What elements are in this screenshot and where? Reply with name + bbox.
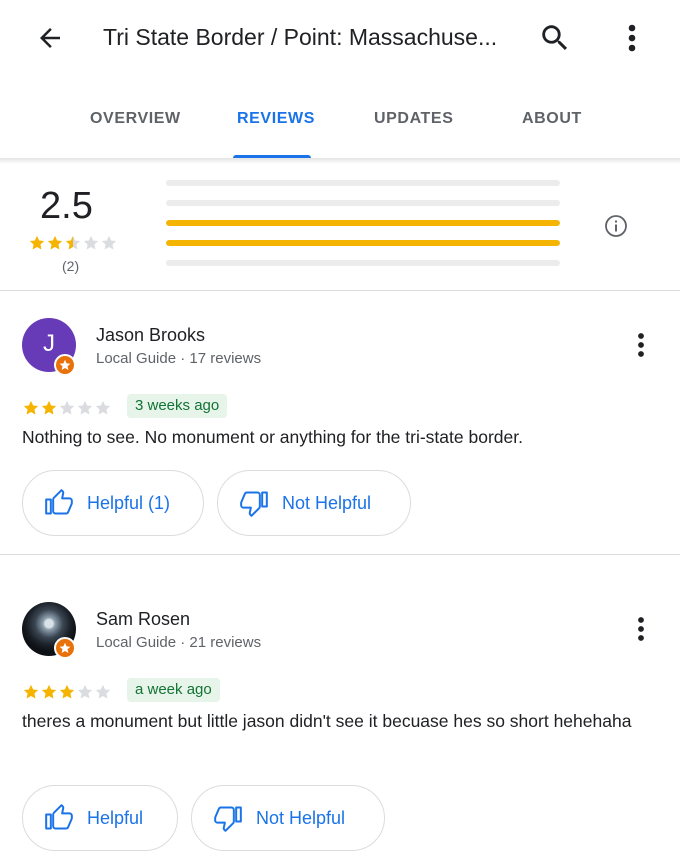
local-guide-badge-icon (54, 637, 76, 659)
rating-bar-2 (166, 240, 560, 246)
helpful-label: Helpful (87, 807, 144, 828)
review-stars (22, 683, 112, 701)
more-vert-icon (638, 617, 644, 641)
thumb-down-icon (214, 806, 242, 832)
reviewer-meta: Local Guide · 17 reviews (96, 350, 262, 367)
thumb-up-icon (45, 489, 73, 515)
review-more-button[interactable] (626, 609, 656, 649)
star-icon (95, 684, 111, 699)
average-rating: 2.5 (40, 185, 93, 227)
review-card: Sam Rosen Local Guide · 21 reviews a wee… (0, 555, 680, 856)
review-date: a week ago (127, 678, 220, 702)
not-helpful-label: Not Helpful (282, 492, 372, 513)
star-icon (41, 400, 57, 415)
star-icon (29, 235, 45, 250)
helpful-button[interactable]: Helpful (1) (22, 470, 204, 536)
top-app-bar: Tri State Border / Point: Massachuse... (0, 0, 680, 76)
more-options-button[interactable] (612, 16, 652, 60)
not-helpful-button[interactable]: Not Helpful (191, 785, 385, 851)
star-icon (95, 400, 111, 415)
local-guide-badge-icon (54, 354, 76, 376)
review-more-button[interactable] (626, 325, 656, 365)
reviewer-name[interactable]: Jason Brooks (96, 325, 205, 346)
rating-bar-3 (166, 220, 560, 226)
star-icon (47, 235, 63, 250)
tab-about[interactable]: ABOUT (522, 110, 582, 128)
thumb-down-icon (240, 491, 268, 517)
not-helpful-label: Not Helpful (256, 807, 346, 828)
info-icon (605, 215, 627, 237)
star-icon (101, 235, 117, 250)
back-button[interactable] (30, 18, 70, 58)
review-text: theres a monument but little jason didn'… (22, 711, 632, 731)
search-button[interactable] (533, 16, 577, 60)
average-stars (28, 234, 118, 252)
review-stars (22, 399, 112, 417)
tab-reviews[interactable]: REVIEWS (237, 110, 315, 128)
rating-bar-4 (166, 200, 560, 206)
page-title: Tri State Border / Point: Massachuse... (103, 24, 498, 50)
more-vert-icon (638, 333, 644, 357)
star-icon (59, 400, 75, 415)
helpful-label: Helpful (1) (87, 492, 171, 513)
star-icon (23, 684, 39, 699)
rating-summary: 2.5 (2) (0, 164, 680, 290)
star-icon (23, 400, 39, 415)
search-icon (542, 25, 568, 51)
thumb-up-icon (45, 804, 73, 830)
reviewer-name[interactable]: Sam Rosen (96, 609, 190, 630)
arrow-back-icon (40, 28, 60, 48)
reviewer-meta: Local Guide · 21 reviews (96, 634, 262, 651)
tab-overview[interactable]: OVERVIEW (90, 110, 181, 128)
star-icon (65, 235, 81, 250)
info-button[interactable] (604, 214, 628, 238)
review-text: Nothing to see. No monument or anything … (22, 427, 523, 447)
star-icon (83, 235, 99, 250)
rating-bar-1 (166, 260, 560, 266)
helpful-button[interactable]: Helpful (22, 785, 178, 851)
star-icon (77, 400, 93, 415)
star-icon (59, 684, 75, 699)
more-vert-icon (628, 24, 636, 52)
review-card: J Jason Brooks Local Guide · 17 reviews … (0, 290, 680, 554)
tab-bar: OVERVIEW REVIEWS UPDATES ABOUT (0, 96, 680, 158)
review-count: (2) (62, 258, 80, 274)
tab-updates[interactable]: UPDATES (374, 110, 453, 128)
review-date: 3 weeks ago (127, 394, 228, 418)
star-icon (77, 684, 93, 699)
rating-bar-5 (166, 180, 560, 186)
star-icon (41, 684, 57, 699)
not-helpful-button[interactable]: Not Helpful (217, 470, 411, 536)
